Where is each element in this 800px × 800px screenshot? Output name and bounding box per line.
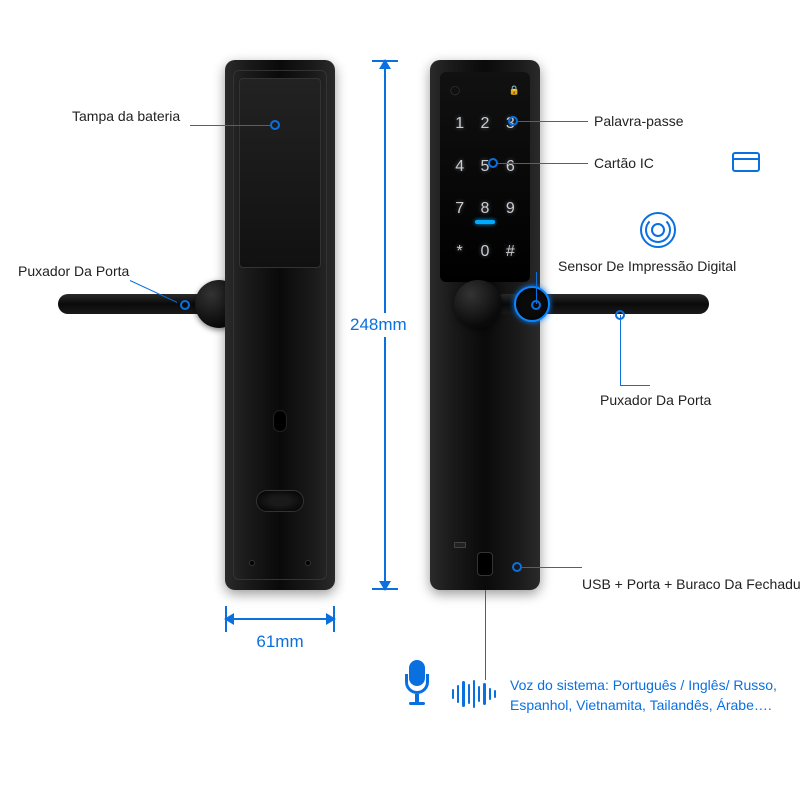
label-handle-right: Puxador Da Porta <box>600 392 711 408</box>
lock-back-plate <box>225 60 335 590</box>
key-star: * <box>450 234 469 271</box>
dimension-height-label: 248mm <box>348 313 409 337</box>
soundwave-icon <box>452 680 496 708</box>
label-password: Palavra-passe <box>594 113 684 129</box>
dimension-width-label: 61mm <box>256 632 303 652</box>
label-fingerprint: Sensor De Impressão Digital <box>558 258 736 274</box>
key-1: 1 <box>450 106 469 143</box>
label-handle-left: Puxador Da Porta <box>18 263 129 279</box>
door-handle-left <box>58 280 243 328</box>
callout-dot-password <box>508 116 518 126</box>
label-usb: USB + Porta + Buraco Da Fechadura <box>582 576 800 592</box>
microphone-icon <box>400 660 434 706</box>
key-2: 2 <box>475 106 494 143</box>
label-voice: Voz do sistema: Português / Inglês/ Russ… <box>510 676 790 715</box>
dimension-width: 61mm <box>225 604 335 634</box>
diagram-canvas: ◯🔒 1 2 3 4 5 6 7 8 9 * 0 # 248mm <box>0 0 800 800</box>
callout-dot-usb <box>512 562 522 572</box>
thumb-turn <box>256 490 304 512</box>
callout-dot-fingerprint <box>531 300 541 310</box>
card-icon <box>732 152 760 172</box>
key-7: 7 <box>450 191 469 228</box>
key-0: 0 <box>475 234 494 271</box>
keypad: ◯🔒 1 2 3 4 5 6 7 8 9 * 0 # <box>440 72 530 282</box>
callout-dot-handle-right <box>615 310 625 320</box>
key-9: 9 <box>501 191 520 228</box>
key-6: 6 <box>501 149 520 186</box>
battery-cover <box>239 78 321 268</box>
label-ic-card: Cartão IC <box>594 155 654 171</box>
key-hash: # <box>501 234 520 271</box>
door-handle-right <box>454 280 709 328</box>
dimension-height: 248mm <box>370 60 400 590</box>
lock-bottom-ports <box>450 536 520 576</box>
key-4: 4 <box>450 149 469 186</box>
fingerprint-icon <box>640 212 676 248</box>
callout-dot-handle-left <box>180 300 190 310</box>
callout-dot-card <box>488 158 498 168</box>
label-battery-cover: Tampa da bateria <box>72 108 180 124</box>
card-slot-icon <box>475 220 495 224</box>
